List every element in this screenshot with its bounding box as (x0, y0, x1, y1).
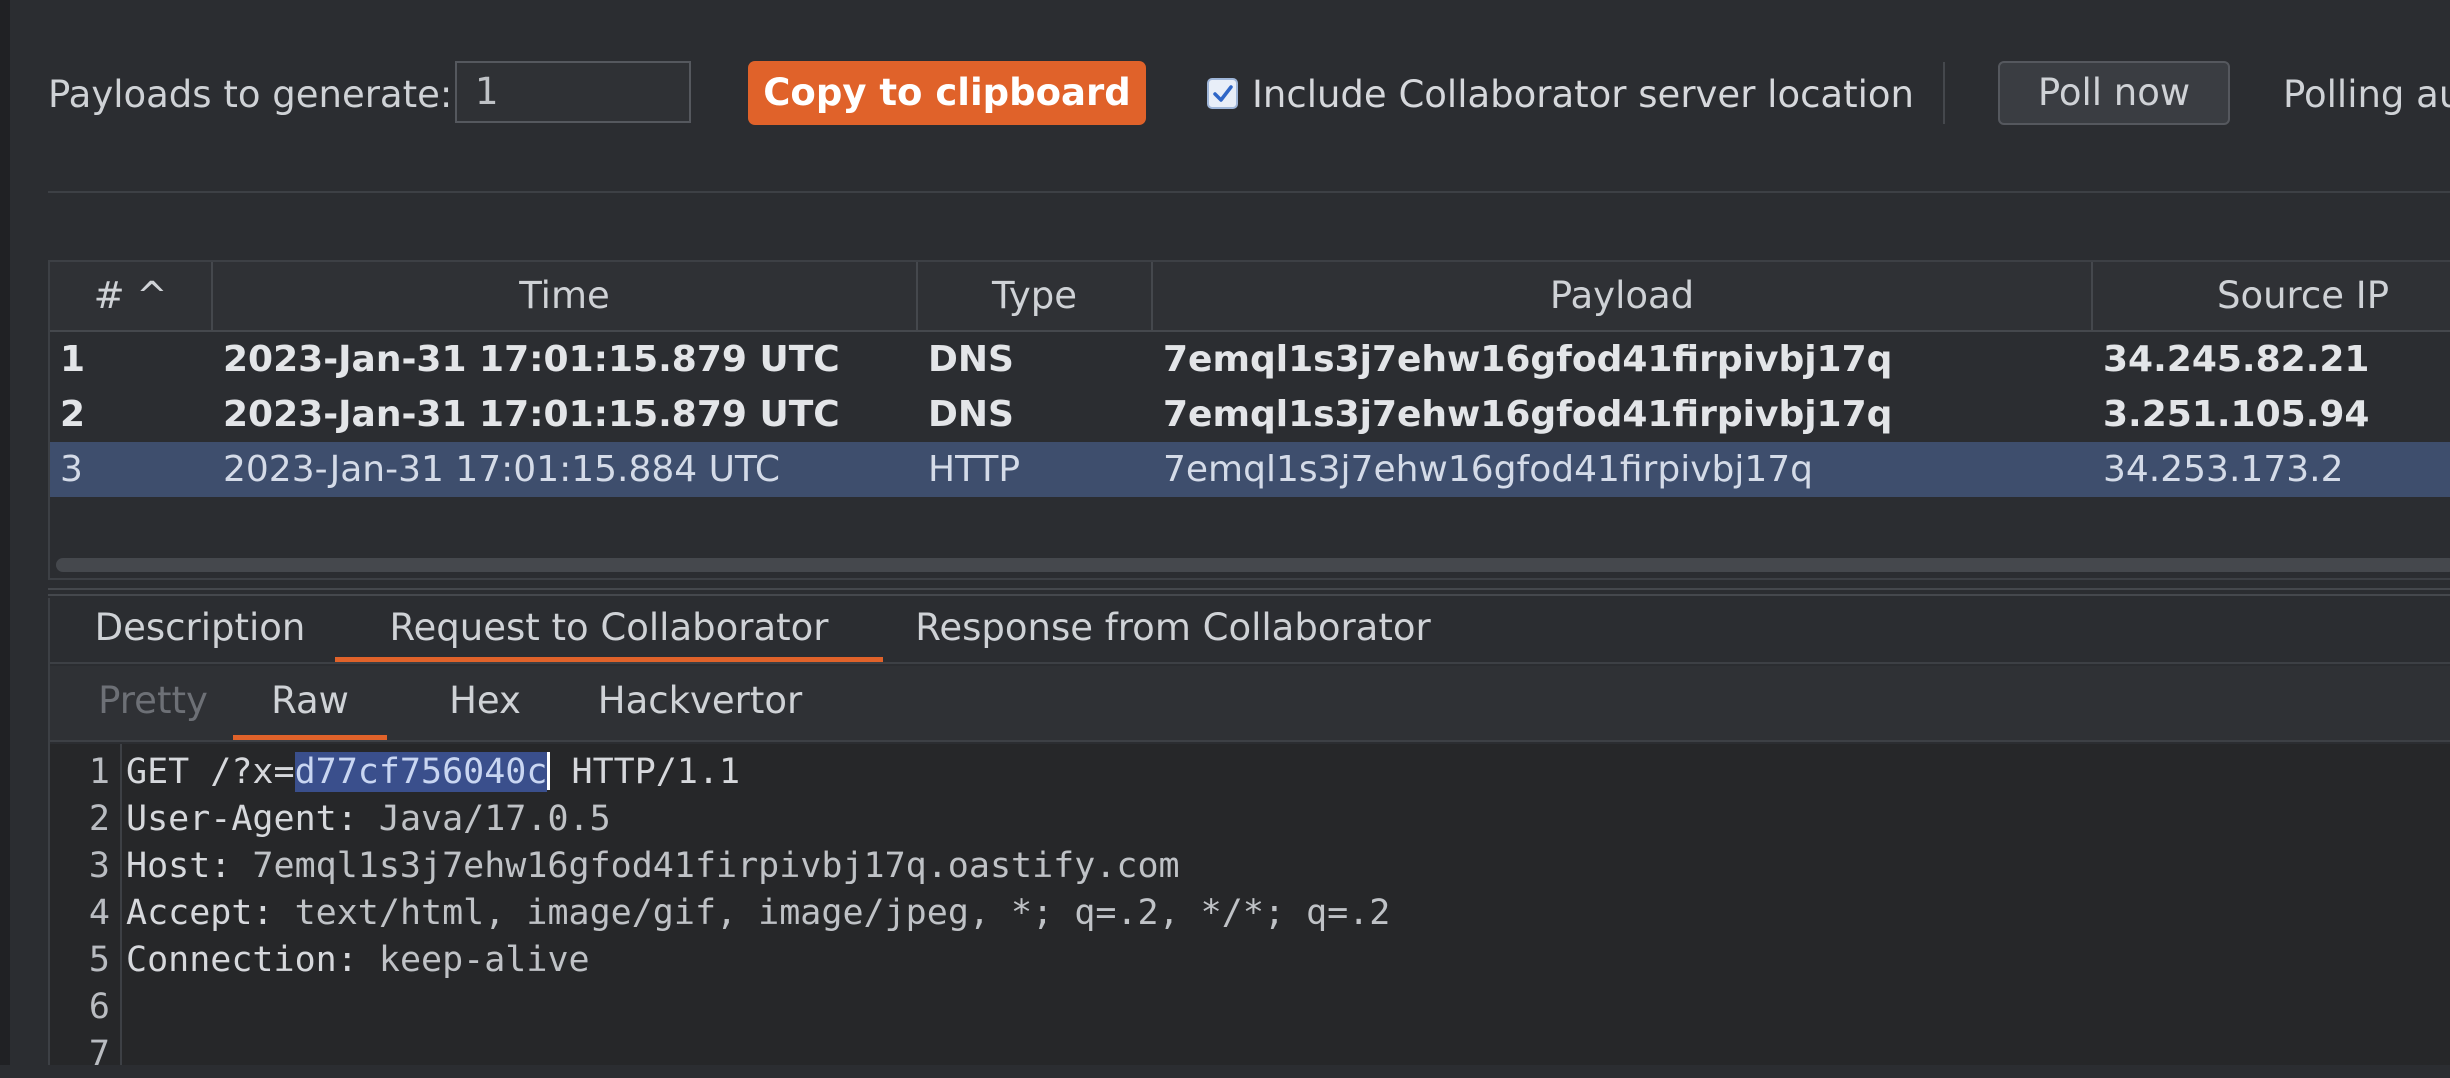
code-line-accept[interactable]: Accept: text/html, image/gif, image/jpeg… (126, 890, 1390, 937)
row-number: 3 (60, 449, 83, 490)
poll-now-button[interactable]: Poll now (1998, 61, 2230, 125)
header-value: text/html, image/gif, image/jpeg, *; q=.… (273, 893, 1391, 933)
table-row[interactable]: 1 2023-Jan-31 17:01:15.879 UTC DNS 7emql… (50, 332, 2450, 387)
header-value: keep-alive (357, 940, 590, 980)
line-number: 7 (88, 1034, 110, 1074)
column-header-source-ip[interactable]: Source IP (2093, 262, 2450, 330)
row-source-ip: 3.251.105.94 (2103, 394, 2370, 435)
tab-hackvertor[interactable]: Hackvertor (570, 666, 830, 740)
detail-panel: Description Request to Collaborator Resp… (48, 598, 2450, 1074)
tab-raw[interactable]: Raw (233, 666, 387, 740)
line-number: 1 (88, 752, 110, 792)
column-header-number[interactable]: # ^ (50, 262, 213, 330)
row-time: 2023-Jan-31 17:01:15.879 UTC (223, 394, 840, 435)
row-payload: 7emql1s3j7ehw16gfod41firpivbj17q (1163, 339, 1893, 380)
header-value: 7emql1s3j7ehw16gfod41firpivbj17q.oastify… (231, 846, 1180, 886)
line-number-gutter: 1 2 3 4 5 6 7 (50, 744, 122, 1074)
payloads-to-generate-label: Payloads to generate: (48, 73, 453, 116)
toolbar-divider (1943, 62, 1945, 124)
header-name: Accept: (126, 893, 274, 933)
request-protocol: HTTP/1.1 (550, 752, 741, 792)
tab-hex[interactable]: Hex (415, 666, 555, 740)
code-line-request[interactable]: GET /?x=d77cf756040c HTTP/1.1 (126, 749, 740, 796)
copy-to-clipboard-button[interactable]: Copy to clipboard (748, 61, 1146, 125)
line-number: 2 (88, 799, 110, 839)
toolbar-separator (48, 191, 2450, 193)
line-number: 5 (88, 940, 110, 980)
include-location-checkbox[interactable] (1207, 78, 1238, 109)
tab-response-from-collaborator[interactable]: Response from Collaborator (908, 598, 1438, 662)
include-location-label[interactable]: Include Collaborator server location (1252, 70, 1914, 120)
payloads-count-input[interactable]: 1 (455, 61, 691, 123)
column-header-time[interactable]: Time (213, 262, 918, 330)
row-number: 1 (60, 339, 86, 380)
code-line-host[interactable]: Host: 7emql1s3j7ehw16gfod41firpivbj17q.o… (126, 843, 1180, 890)
row-type: HTTP (928, 449, 1021, 490)
row-time: 2023-Jan-31 17:01:15.884 UTC (223, 449, 780, 490)
polling-status-label: Polling au (2283, 73, 2450, 116)
header-name: Connection: (126, 940, 358, 980)
header-name: User-Agent: (126, 799, 358, 839)
split-pane-divider[interactable] (48, 588, 2450, 596)
request-editor[interactable]: 1 2 3 4 5 6 7 GET /?x=d77cf756040c HTTP/… (50, 744, 2450, 1074)
request-method-path: GET /?x= (126, 752, 295, 792)
row-payload: 7emql1s3j7ehw16gfod41firpivbj17q (1163, 394, 1893, 435)
table-header: # ^ Time Type Payload Source IP (50, 262, 2450, 332)
row-number: 2 (60, 394, 86, 435)
line-number: 6 (88, 987, 110, 1027)
line-number: 4 (88, 893, 110, 933)
row-payload: 7emql1s3j7ehw16gfod41firpivbj17q (1163, 449, 1814, 490)
view-mode-tab-bar: Pretty Raw Hex Hackvertor (50, 666, 2450, 742)
interactions-table: # ^ Time Type Payload Source IP 1 2023-J… (48, 260, 2450, 580)
tab-description[interactable]: Description (90, 598, 310, 662)
horizontal-scrollbar[interactable] (56, 558, 2450, 572)
table-row[interactable]: 2 2023-Jan-31 17:01:15.879 UTC DNS 7emql… (50, 387, 2450, 442)
header-value: Java/17.0.5 (357, 799, 611, 839)
column-header-payload[interactable]: Payload (1153, 262, 2093, 330)
checkmark-icon (1213, 85, 1233, 102)
row-time: 2023-Jan-31 17:01:15.879 UTC (223, 339, 840, 380)
header-name: Host: (126, 846, 232, 886)
tab-request-to-collaborator[interactable]: Request to Collaborator (335, 598, 883, 662)
line-number: 3 (88, 846, 110, 886)
row-source-ip: 34.253.173.2 (2103, 449, 2344, 490)
selected-text[interactable]: d77cf756040c (294, 752, 548, 792)
table-row-selected[interactable]: 3 2023-Jan-31 17:01:15.884 UTC HTTP 7emq… (50, 442, 2450, 497)
row-type: DNS (928, 339, 1014, 380)
detail-tab-bar: Description Request to Collaborator Resp… (50, 598, 2450, 664)
row-type: DNS (928, 394, 1014, 435)
code-line-user-agent[interactable]: User-Agent: Java/17.0.5 (126, 796, 611, 843)
column-header-type[interactable]: Type (918, 262, 1153, 330)
tab-pretty[interactable]: Pretty (88, 666, 218, 740)
window-edge (0, 0, 10, 1065)
row-source-ip: 34.245.82.21 (2103, 339, 2370, 380)
code-line-connection[interactable]: Connection: keep-alive (126, 937, 590, 984)
